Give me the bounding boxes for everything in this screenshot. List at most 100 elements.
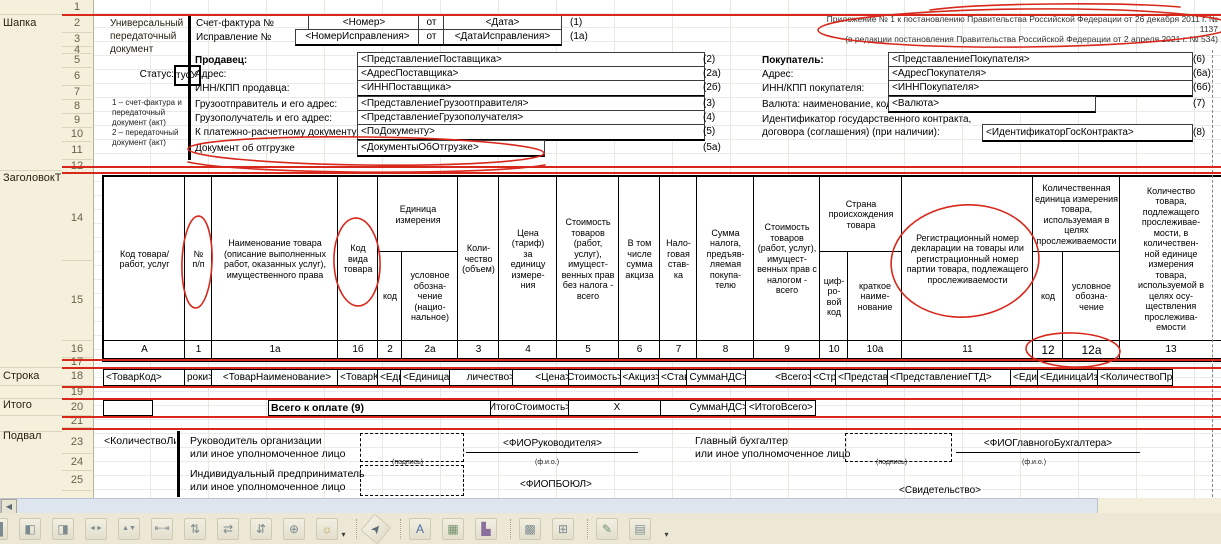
col-num-10a[interactable]: 10а — [847, 340, 903, 359]
col-num-2a[interactable]: 2а — [401, 340, 459, 359]
section-zagolovok[interactable]: ЗаголовокТ — [3, 172, 61, 184]
col-header-11[interactable]: Регистрационный номер декларации на това… — [901, 176, 1034, 342]
col-header-1a[interactable]: Наименование товара (описание выполненны… — [211, 176, 339, 342]
toolbar-more-icon[interactable]: ▾ — [662, 519, 671, 539]
stroka-cell[interactable]: <Цена> — [512, 369, 574, 386]
pointer-icon[interactable]: ➤ — [361, 513, 392, 544]
row-header[interactable]: 10 — [62, 127, 92, 142]
col-num-6[interactable]: 6 — [618, 340, 661, 359]
col-num-1b[interactable]: 1б — [337, 340, 379, 359]
col-num-2[interactable]: 2 — [377, 340, 403, 359]
col-header-12[interactable]: код — [1032, 251, 1064, 342]
col-num-11[interactable]: 11 — [901, 340, 1034, 359]
row-header[interactable]: 18 — [62, 367, 92, 386]
accountant-signature-box[interactable] — [845, 433, 952, 462]
row-header[interactable]: 8 — [62, 99, 92, 114]
stroka-cell[interactable]: <Стоимость> — [568, 369, 626, 386]
stroka-cell[interactable]: личество> — [449, 369, 518, 386]
stroka-cell[interactable]: <ТоварКод> — [103, 369, 190, 386]
lamp-dropdown-icon[interactable]: ▾ — [339, 519, 348, 539]
merge-columns-icon[interactable]: ◄► — [85, 518, 107, 540]
itogo-x-cell[interactable]: X — [568, 400, 666, 416]
distribute-height-icon[interactable]: ⇵ — [250, 518, 272, 540]
scroll-left-icon[interactable]: ◀ — [1, 499, 17, 514]
table-lines-icon[interactable]: ▤ — [629, 518, 651, 540]
row-header[interactable]: 9 — [62, 113, 92, 128]
col-header-6[interactable]: В том числе сумма акциза — [618, 176, 661, 342]
col-group-unit[interactable]: Единица измерения — [377, 176, 459, 253]
col-header-1[interactable]: № п/п — [184, 176, 213, 342]
gov-contract-cell[interactable]: <ИдентификаторГосКонтракта> — [982, 124, 1193, 142]
fit-width-icon[interactable]: ⇤⇥ — [151, 518, 173, 540]
partial-icon[interactable]: ▌ — [0, 518, 8, 540]
col-num-3[interactable]: 3 — [457, 340, 500, 359]
director-signature-box[interactable] — [360, 433, 464, 462]
director-fio-cell[interactable]: <ФИОРуководителя> — [470, 438, 635, 449]
col-header-2[interactable]: код — [377, 251, 403, 342]
stroka-cell[interactable]: <ПредставлениеГТД> — [887, 369, 1016, 386]
accountant-fio-cell[interactable]: <ФИОГлавногоБухгалтера> — [960, 438, 1136, 449]
col-num-12[interactable]: 12 — [1032, 340, 1064, 359]
buyer-inn-cell[interactable]: <ИННПокупателя> — [888, 80, 1193, 97]
col-header-7[interactable]: Нало- говая став- ка — [659, 176, 698, 342]
entrepreneur-fio-cell[interactable]: <ФИОПБОЮЛ> — [520, 479, 592, 490]
stroka-cell[interactable]: <ТоварНаименование> — [211, 369, 343, 386]
stroka-cell[interactable]: <Всего> — [745, 369, 816, 386]
col-num-7[interactable]: 7 — [659, 340, 698, 359]
stroka-cell[interactable]: <ЕдиницаИзме — [1037, 369, 1103, 386]
col-header-10a[interactable]: краткое наиме- нование — [847, 251, 903, 342]
correction-date-cell[interactable]: <ДатаИсправления> — [443, 29, 562, 46]
add-table-icon[interactable]: ⊞ — [552, 518, 574, 540]
row-header[interactable]: 7 — [62, 85, 92, 100]
text-document-icon[interactable]: A — [409, 518, 431, 540]
itogo-cost-cell[interactable]: <ИтогоСтоимость> — [490, 400, 574, 416]
correction-number-cell[interactable]: <НомерИсправления> — [295, 29, 420, 46]
merge-rows-icon[interactable]: ▲▼ — [118, 518, 140, 540]
col-header-9[interactable]: Стоимость товаров (работ, услуг), имущес… — [753, 176, 821, 342]
hint-lamp-icon[interactable]: ☼ — [316, 518, 338, 540]
col-header-2a[interactable]: условное обозна- чение (нацио- нальное) — [401, 251, 459, 342]
currency-cell[interactable]: <Валюта> — [888, 96, 1096, 113]
stroka-cell[interactable]: <ЕдиницаИз — [400, 369, 455, 386]
row-header[interactable]: 14 — [62, 176, 92, 261]
itogo-label-cell[interactable]: Всего к оплате (9) — [268, 400, 496, 416]
col-num-12a[interactable]: 12а — [1062, 340, 1121, 359]
section-stroka[interactable]: Строка — [3, 370, 61, 382]
row-header[interactable]: 25 — [62, 470, 92, 491]
fit-height-icon[interactable]: ⇅ — [184, 518, 206, 540]
row-header[interactable]: 2 — [62, 14, 92, 33]
row-header[interactable]: 1 — [62, 0, 92, 15]
col-num-1[interactable]: 1 — [184, 340, 213, 359]
col-header-12a[interactable]: условное обозна- чение — [1062, 251, 1121, 342]
entrepreneur-signature-box[interactable] — [360, 465, 464, 496]
row-header[interactable]: 5 — [62, 53, 92, 68]
stroka-cell[interactable]: <Представл — [835, 369, 893, 386]
col-num-9[interactable]: 9 — [753, 340, 821, 359]
shipping-doc-cell[interactable]: <ДокументыОбОтгрузке> — [357, 140, 545, 157]
section-podval[interactable]: Подвал — [3, 430, 61, 442]
section-itogo[interactable]: Итого — [3, 399, 61, 411]
col-header-A[interactable]: Код товара/ работ, услуг — [103, 176, 186, 342]
itogo-vat-cell[interactable]: СуммаНДС> — [660, 400, 751, 416]
grid-document-icon[interactable]: ▦ — [442, 518, 464, 540]
row-header[interactable]: 15 — [62, 260, 92, 341]
align-vertical-icon[interactable]: ◨ — [52, 518, 74, 540]
col-num-13[interactable]: 13 — [1119, 340, 1221, 359]
col-header-8[interactable]: Сумма налога, предъяв- ляемая покупа- те… — [696, 176, 755, 342]
doc-type-title[interactable]: Универсальный передаточный документ — [110, 17, 186, 59]
row-header[interactable]: 20 — [62, 398, 92, 416]
certificate-cell[interactable]: <Свидетельство> — [860, 485, 1020, 496]
stroka-cell[interactable]: <КоличествоПро — [1097, 369, 1173, 386]
col-num-8[interactable]: 8 — [696, 340, 755, 359]
col-header-3[interactable]: Коли- чество (объем) — [457, 176, 500, 342]
autofit-icon[interactable]: ⊕ — [283, 518, 305, 540]
col-header-10[interactable]: циф- ро- вой код — [819, 251, 849, 342]
itogo-empty-cell[interactable] — [103, 400, 153, 416]
align-horizontal-icon[interactable]: ◧ — [19, 518, 41, 540]
row-header[interactable]: 24 — [62, 453, 92, 471]
seller-inn-cell[interactable]: <ИННПоставщика> — [357, 80, 705, 97]
section-shapka[interactable]: Шапка — [3, 17, 61, 29]
col-num-4[interactable]: 4 — [498, 340, 558, 359]
chart-icon[interactable]: ▙ — [475, 518, 497, 540]
row-header[interactable]: 6 — [62, 67, 92, 86]
